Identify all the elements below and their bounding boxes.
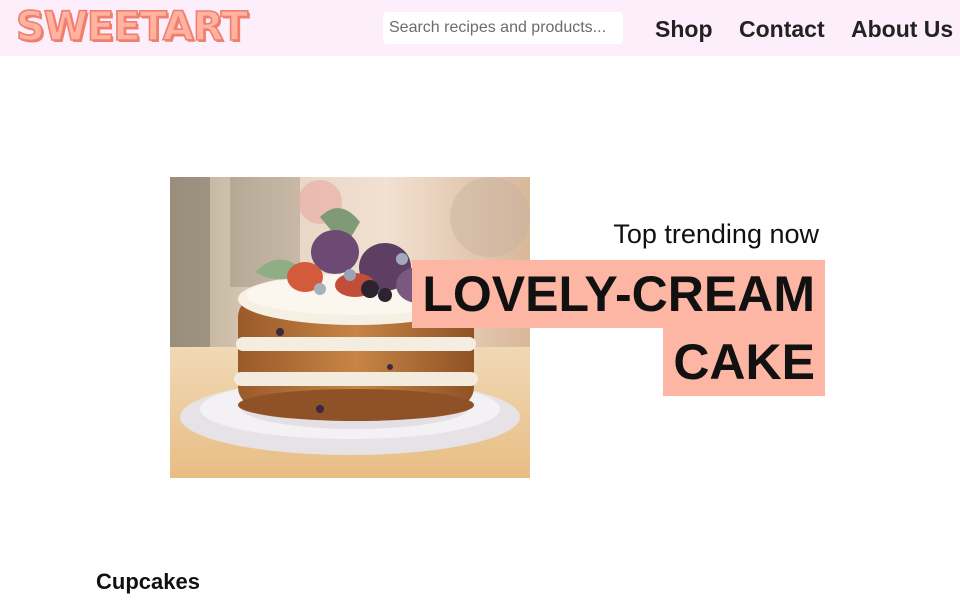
search-input[interactable]: [383, 12, 623, 44]
hero-title-line-2[interactable]: CAKE: [663, 328, 825, 396]
hero-title-line-1[interactable]: LOVELY-CREAM: [412, 260, 825, 328]
nav-contact[interactable]: Contact: [739, 14, 825, 44]
sweetart-logo[interactable]: SWEETART: [15, 4, 249, 50]
nav-about-us[interactable]: About Us: [851, 14, 953, 44]
cupcakes-section-title: Cupcakes: [96, 569, 200, 594]
site-header: SWEETART Shop Contact About Us: [0, 0, 960, 56]
trending-label: Top trending now: [613, 219, 819, 249]
nav-shop[interactable]: Shop: [655, 14, 713, 44]
